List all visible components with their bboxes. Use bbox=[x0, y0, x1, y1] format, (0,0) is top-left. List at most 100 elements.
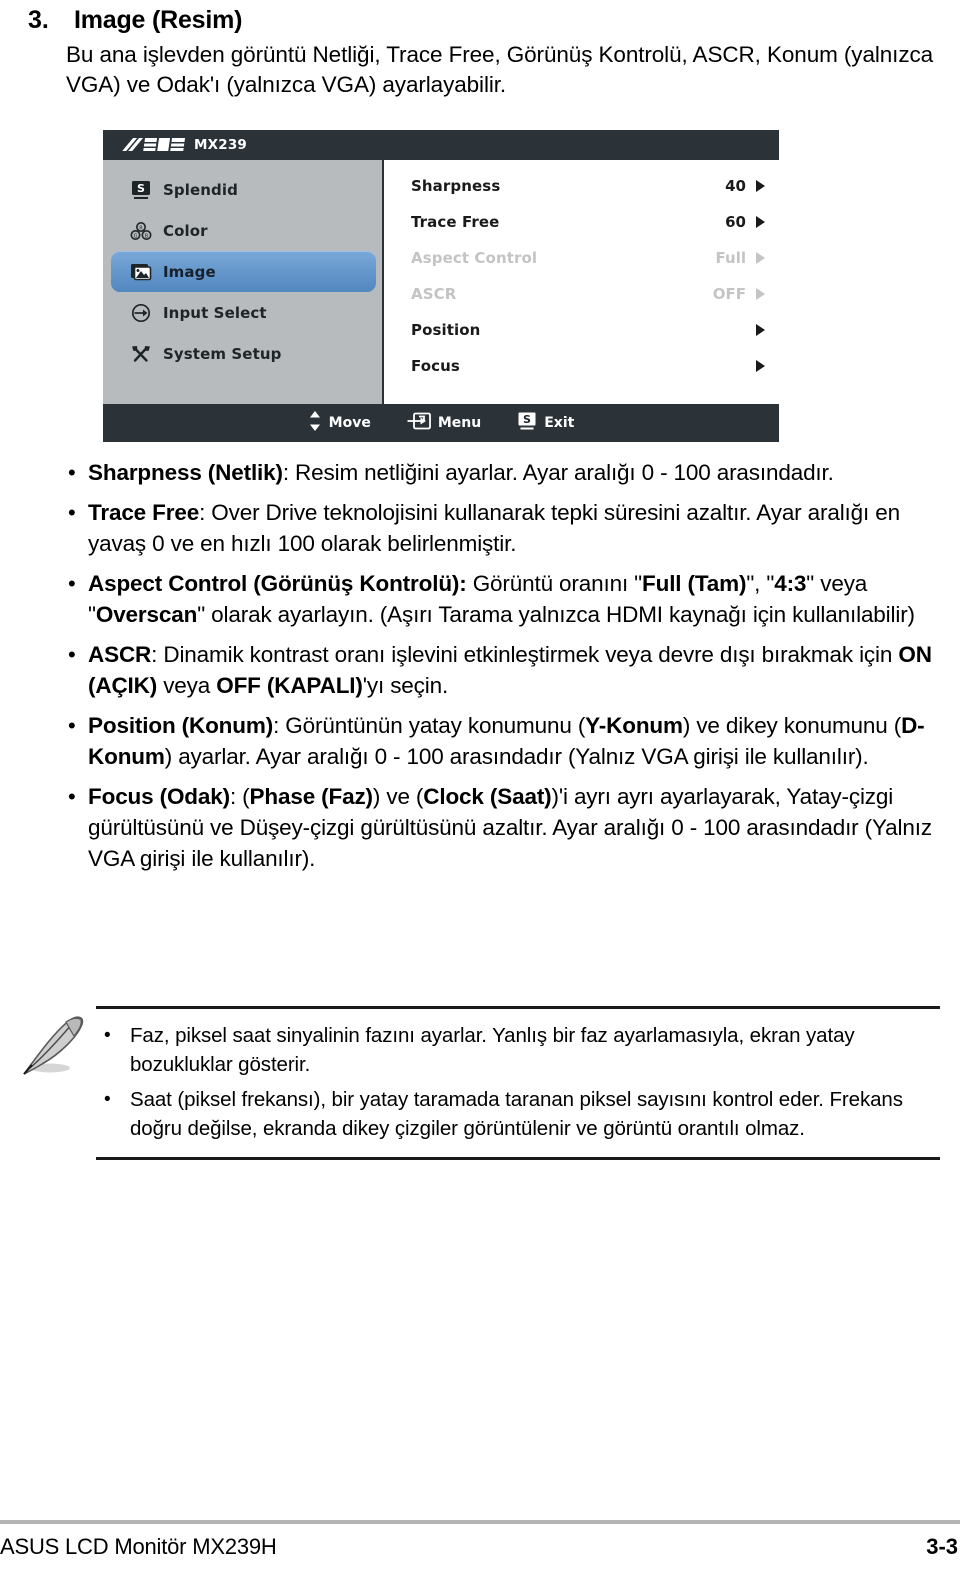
option-label: Aspect Control bbox=[411, 249, 538, 267]
option-value: 60 bbox=[725, 213, 746, 231]
option-label: Position bbox=[411, 321, 481, 339]
bullet-text-part: Clock (Saat) bbox=[423, 784, 552, 809]
osd-sidebar: S Splendid R G B Color Image Input Selec… bbox=[103, 160, 384, 404]
bullet-text-part: ) ve dikey konumunu ( bbox=[682, 713, 902, 738]
osd-menu-screenshot: MX239 S Splendid R G B Color Image Input… bbox=[103, 130, 779, 442]
svg-text:G: G bbox=[134, 233, 138, 239]
bullet-text-part: Position (Konum) bbox=[88, 713, 274, 738]
sidebar-item-image[interactable]: Image bbox=[111, 251, 376, 292]
footer-page-number: 3-3 bbox=[926, 1534, 958, 1559]
option-label: Sharpness bbox=[411, 177, 501, 195]
bullet-text-part: " olarak ayarlayın. (Aşırı Tarama yalnız… bbox=[197, 602, 915, 627]
bullet-text-part: Full (Tam) bbox=[642, 571, 747, 596]
asus-logo-icon bbox=[122, 137, 186, 153]
bullet-text-part: OFF (KAPALI) bbox=[216, 673, 363, 698]
footer-divider bbox=[0, 1520, 960, 1524]
section-number: 3. bbox=[28, 6, 49, 34]
osd-hint-label: Exit bbox=[544, 415, 575, 431]
bullet-text: Sharpness (Netlik): Resim netliğini ayar… bbox=[88, 457, 942, 488]
note-text: Faz, piksel saat sinyalinin fazını ayarl… bbox=[130, 1024, 855, 1076]
splendid-icon: S bbox=[127, 180, 155, 200]
option-row-position[interactable]: Position bbox=[384, 312, 779, 348]
bullet-marker: • bbox=[68, 713, 76, 738]
svg-text:S: S bbox=[523, 413, 531, 426]
sidebar-item-label: Input Select bbox=[163, 303, 267, 322]
bullet-marker: • bbox=[104, 1025, 111, 1046]
option-label: ASCR bbox=[411, 285, 457, 303]
bullet-text-part: Trace Free bbox=[88, 500, 200, 525]
option-row-ascr: ASCR OFF bbox=[384, 276, 779, 312]
image-icon bbox=[127, 262, 155, 282]
section-heading: 3. Image (Resim) bbox=[28, 4, 928, 36]
option-label: Focus bbox=[411, 357, 460, 375]
option-row-trace-free[interactable]: Trace Free 60 bbox=[384, 204, 779, 240]
bullet-text-part: ) ve ( bbox=[372, 784, 424, 809]
chevron-right-icon bbox=[756, 180, 765, 192]
bullet-marker: • bbox=[68, 460, 76, 485]
bullet-item-focus: • Focus (Odak): (Phase (Faz)) ve (Clock … bbox=[62, 781, 942, 874]
option-value: 40 bbox=[725, 177, 746, 195]
chevron-right-icon bbox=[756, 324, 765, 336]
note-text: Saat (piksel frekansı), bir yatay tarama… bbox=[130, 1088, 903, 1140]
bullet-marker: • bbox=[104, 1089, 111, 1110]
bullet-text-part: : ( bbox=[229, 784, 250, 809]
bullet-text-part: Sharpness (Netlik) bbox=[88, 460, 283, 485]
bullet-text-part: Aspect Control (Görünüş Kontrolü): bbox=[88, 571, 467, 596]
osd-hint-label: Menu bbox=[437, 415, 482, 431]
option-row-aspect-control: Aspect Control Full bbox=[384, 240, 779, 276]
bullet-text: Focus (Odak): (Phase (Faz)) ve (Clock (S… bbox=[88, 781, 942, 874]
bullet-marker: • bbox=[68, 784, 76, 809]
bullet-text: Trace Free: Over Drive teknolojisini kul… bbox=[88, 497, 942, 559]
bullet-text-part: ) ayarlar. Ayar aralığı 0 - 100 arasında… bbox=[164, 744, 869, 769]
bullet-text-part: : Görüntünün yatay konumunu ( bbox=[273, 713, 586, 738]
bullet-item-trace-free: • Trace Free: Over Drive teknolojisini k… bbox=[62, 497, 942, 559]
sidebar-item-label: System Setup bbox=[163, 344, 282, 363]
osd-hint-menu[interactable]: Menu bbox=[407, 411, 481, 435]
sidebar-item-input-select[interactable]: Input Select bbox=[111, 292, 376, 333]
osd-titlebar: MX239 bbox=[103, 130, 779, 160]
osd-options-list: Sharpness 40 Trace Free 60 Aspect Contro… bbox=[384, 160, 779, 404]
section-intro-paragraph: Bu ana işlevden görüntü Netliği, Trace F… bbox=[66, 42, 934, 97]
bullet-text: ASCR: Dinamik kontrast oranı işlevini et… bbox=[88, 639, 942, 701]
bullet-marker: • bbox=[68, 571, 76, 596]
bullet-marker: • bbox=[68, 500, 76, 525]
footer-product-name: ASUS LCD Monitör MX239H bbox=[0, 1534, 277, 1559]
bullet-item-position: • Position (Konum): Görüntünün yatay kon… bbox=[62, 710, 942, 772]
splendid-s-icon: S bbox=[517, 411, 537, 435]
bullet-text: Aspect Control (Görünüş Kontrolü): Görün… bbox=[88, 568, 942, 630]
option-value: OFF bbox=[712, 285, 746, 303]
up-down-arrows-icon bbox=[308, 410, 322, 436]
option-row-sharpness[interactable]: Sharpness 40 bbox=[384, 168, 779, 204]
bullet-item-aspect-control: • Aspect Control (Görünüş Kontrolü): Gör… bbox=[62, 568, 942, 630]
bullet-text-part: Overscan bbox=[95, 602, 198, 627]
note-item-phase: • Faz, piksel saat sinyalinin fazını aya… bbox=[96, 1021, 940, 1079]
bullet-text-part: Y-Konum bbox=[585, 713, 683, 738]
note-box: • Faz, piksel saat sinyalinin fazını aya… bbox=[96, 1006, 940, 1160]
sidebar-item-color[interactable]: R G B Color bbox=[111, 210, 376, 251]
option-row-focus[interactable]: Focus bbox=[384, 348, 779, 384]
note-item-clock: • Saat (piksel frekansı), bir yatay tara… bbox=[96, 1085, 940, 1143]
chevron-right-icon bbox=[756, 216, 765, 228]
bullet-text-part: Phase (Faz) bbox=[249, 784, 374, 809]
option-value: Full bbox=[715, 249, 746, 267]
menu-enter-icon bbox=[407, 411, 431, 435]
bullet-marker: • bbox=[68, 642, 76, 667]
bullet-text-part: 4:3 bbox=[774, 571, 807, 596]
sidebar-item-label: Splendid bbox=[163, 180, 238, 199]
bullet-text-part: Görüntü oranını " bbox=[466, 571, 642, 596]
bullet-text-part: ", " bbox=[746, 571, 775, 596]
input-select-icon bbox=[127, 303, 155, 323]
sidebar-item-splendid[interactable]: S Splendid bbox=[111, 169, 376, 210]
osd-hint-move[interactable]: Move bbox=[308, 410, 371, 436]
svg-text:R: R bbox=[139, 225, 143, 231]
sidebar-item-label: Color bbox=[163, 221, 208, 240]
chevron-right-icon bbox=[756, 288, 765, 300]
osd-footer-hints: Move Menu S Exit bbox=[103, 404, 779, 442]
bullet-text-part: ASCR bbox=[88, 642, 152, 667]
sidebar-item-system-setup[interactable]: System Setup bbox=[111, 333, 376, 374]
quill-pen-icon bbox=[20, 1012, 92, 1078]
osd-body: S Splendid R G B Color Image Input Selec… bbox=[103, 160, 779, 404]
svg-text:B: B bbox=[145, 233, 149, 239]
osd-hint-exit[interactable]: S Exit bbox=[517, 411, 574, 435]
bullet-text-part: veya bbox=[157, 673, 217, 698]
